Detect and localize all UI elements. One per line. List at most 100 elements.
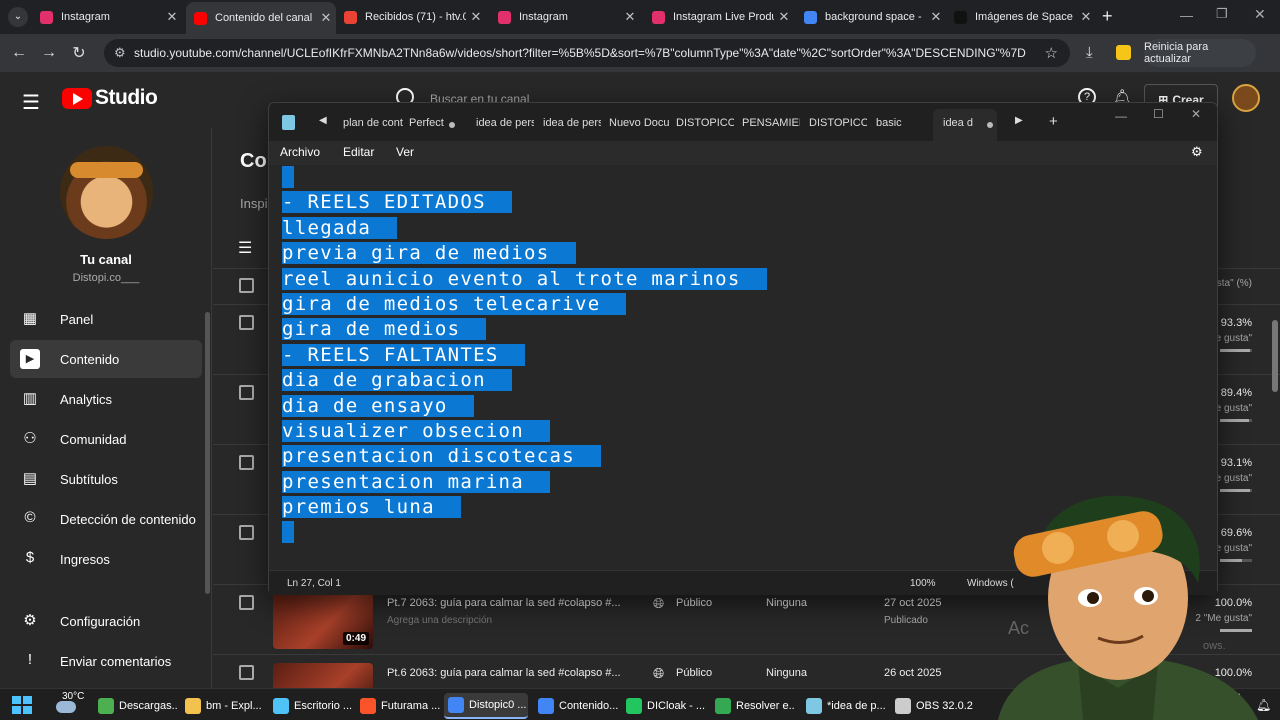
sidebar-item-feedback[interactable]: ! Enviar comentarios (10, 642, 202, 680)
tab-close-icon[interactable]: ✕ (620, 9, 640, 25)
account-avatar[interactable] (1232, 84, 1260, 112)
start-icon[interactable] (12, 696, 32, 714)
menu-editar[interactable]: Editar (343, 145, 374, 159)
browser-tab[interactable]: Recibidos (71) - htv.0 ✕ (336, 4, 486, 30)
studio-logo[interactable]: Studio (62, 86, 158, 110)
likes-bar-fill (1220, 419, 1249, 422)
note-tab[interactable]: plan de cont (343, 117, 403, 129)
np-minimize-icon[interactable]: — (1115, 109, 1127, 123)
site-info-icon[interactable]: ⚙ (114, 45, 134, 61)
app-icon (538, 698, 554, 714)
video-thumbnail[interactable]: 0:49 (273, 593, 373, 649)
sidebar-item-copyright[interactable]: © Detección de contenido (10, 500, 202, 538)
close-window-icon[interactable]: ✕ (1254, 6, 1266, 23)
publish-status: Publicado (884, 615, 928, 626)
app-icon (273, 698, 289, 714)
tab-search-icon[interactable]: ⌄ (8, 7, 28, 27)
bookmark-star-icon[interactable]: ☆ (1045, 44, 1058, 62)
sidebar-item-content[interactable]: ▶ Contenido (10, 340, 202, 378)
taskbar-label: Futurama ... (381, 700, 440, 712)
np-maximize-icon[interactable]: ☐ (1153, 107, 1164, 121)
tab-close-icon[interactable]: ✕ (926, 9, 946, 25)
tab-inspiration[interactable]: Inspi (240, 196, 267, 211)
np-close-icon[interactable]: ✕ (1191, 107, 1201, 121)
row-checkbox[interactable] (239, 595, 254, 610)
page-scrollbar[interactable] (1272, 320, 1278, 392)
scroll-tabs-right-icon[interactable]: ▶ (1015, 115, 1023, 126)
tab-title: Instagram (519, 11, 568, 23)
browser-tab[interactable]: Instagram ✕ (32, 4, 182, 30)
browser-tab[interactable]: Contenido del canal ✕ (186, 2, 336, 34)
taskbar-item[interactable]: Descargas... (94, 693, 178, 719)
sidebar-item-earn[interactable]: $ Ingresos (10, 540, 202, 578)
menu-icon[interactable]: ☰ (22, 90, 40, 115)
select-all-checkbox[interactable] (239, 278, 254, 293)
cursor-position: Ln 27, Col 1 (287, 578, 341, 589)
browser-tab[interactable]: Imágenes de Space F ✕ (946, 4, 1096, 30)
menu-ver[interactable]: Ver (396, 145, 414, 159)
taskbar-item[interactable]: Distopic0 ... (444, 693, 528, 719)
new-tab-icon[interactable]: + (1102, 6, 1113, 27)
row-checkbox[interactable] (239, 665, 254, 680)
zoom-level[interactable]: 100% (910, 578, 936, 589)
note-tab[interactable]: idea de pers (476, 117, 534, 129)
tab-close-icon[interactable]: ✕ (466, 9, 486, 25)
likes-count: e gusta" (1215, 333, 1252, 344)
app-icon (715, 698, 731, 714)
minimize-icon[interactable]: — (1180, 8, 1193, 23)
taskbar-item[interactable]: DICloak - ... (622, 693, 706, 719)
restore-icon[interactable]: ❐ (1216, 6, 1228, 22)
note-tab[interactable]: basic (876, 117, 906, 129)
visibility-value[interactable]: Público (676, 667, 712, 679)
taskbar-item[interactable]: Futurama ... (356, 693, 440, 719)
sidebar-item-analytics[interactable]: ▥ Analytics (10, 380, 202, 418)
settings-gear-icon[interactable]: ⚙ (1191, 144, 1203, 160)
browser-tab[interactable]: background space - ✕ (796, 4, 946, 30)
row-checkbox[interactable] (239, 315, 254, 330)
address-bar[interactable]: ⚙ studio.youtube.com/channel/UCLEofIKfrF… (104, 39, 1070, 67)
back-icon[interactable]: ← (4, 44, 34, 62)
taskbar-item[interactable]: Escritorio ... (269, 693, 353, 719)
taskbar-item[interactable]: *idea de p... (802, 693, 886, 719)
tab-close-icon[interactable]: ✕ (774, 9, 794, 25)
scroll-tabs-left-icon[interactable]: ◀ (319, 115, 327, 126)
visibility-value[interactable]: Público (676, 597, 712, 609)
editor-text[interactable]: - REELS EDITADOS llegada previa gira de me… (282, 165, 767, 546)
taskbar-item[interactable]: Resolver e... (711, 693, 795, 719)
taskbar-item[interactable]: Contenido... (534, 693, 618, 719)
browser-tab[interactable]: Instagram ✕ (490, 4, 640, 30)
note-tab[interactable]: Nuevo Docu (609, 117, 669, 129)
extension-icon[interactable] (1116, 45, 1131, 60)
tab-close-icon[interactable]: ✕ (316, 10, 336, 26)
note-tab[interactable]: DISTOPICO (809, 117, 867, 129)
note-tab[interactable]: idea de pers (543, 117, 601, 129)
row-checkbox[interactable] (239, 525, 254, 540)
channel-avatar[interactable] (60, 146, 153, 239)
note-tab[interactable]: PENSAMIEN (742, 117, 800, 129)
menu-archivo[interactable]: Archivo (280, 145, 320, 159)
row-checkbox[interactable] (239, 385, 254, 400)
taskbar-item[interactable]: bm - Expl... (181, 693, 265, 719)
filter-icon[interactable]: ☰ (238, 238, 252, 258)
sidebar-scrollbar[interactable] (205, 312, 210, 594)
restart-update-button[interactable]: Reinicia para actualizar (1144, 39, 1256, 67)
sidebar-item-gear[interactable]: ⚙ Configuración (10, 602, 202, 640)
reload-icon[interactable]: ↻ (64, 43, 94, 63)
tab-close-icon[interactable]: ✕ (162, 9, 182, 25)
video-title[interactable]: Pt.6 2063: guía para calmar la sed #cola… (387, 667, 621, 679)
tab-close-icon[interactable]: ✕ (1076, 9, 1096, 25)
sidebar-item-subtitles[interactable]: ▤ Subtítulos (10, 460, 202, 498)
row-checkbox[interactable] (239, 455, 254, 470)
video-title[interactable]: Pt.7 2063: guía para calmar la sed #cola… (387, 597, 621, 609)
note-tab[interactable]: DISTOPICO (676, 117, 734, 129)
download-icon[interactable]: ⤓ (1086, 44, 1093, 61)
sidebar-item-dashboard[interactable]: ▦ Panel (10, 300, 202, 338)
forward-icon[interactable]: → (34, 44, 64, 62)
note-tab[interactable]: Perfect (409, 117, 445, 129)
new-note-tab-icon[interactable]: + (1049, 113, 1058, 130)
browser-tab[interactable]: Instagram Live Produ ✕ (644, 4, 794, 30)
taskbar-label: Resolver e... (736, 700, 795, 712)
weather-temp[interactable]: 30°C (62, 691, 84, 702)
sidebar-item-community[interactable]: ⚇ Comunidad (10, 420, 202, 458)
sidebar-item-label: Contenido (60, 351, 120, 367)
